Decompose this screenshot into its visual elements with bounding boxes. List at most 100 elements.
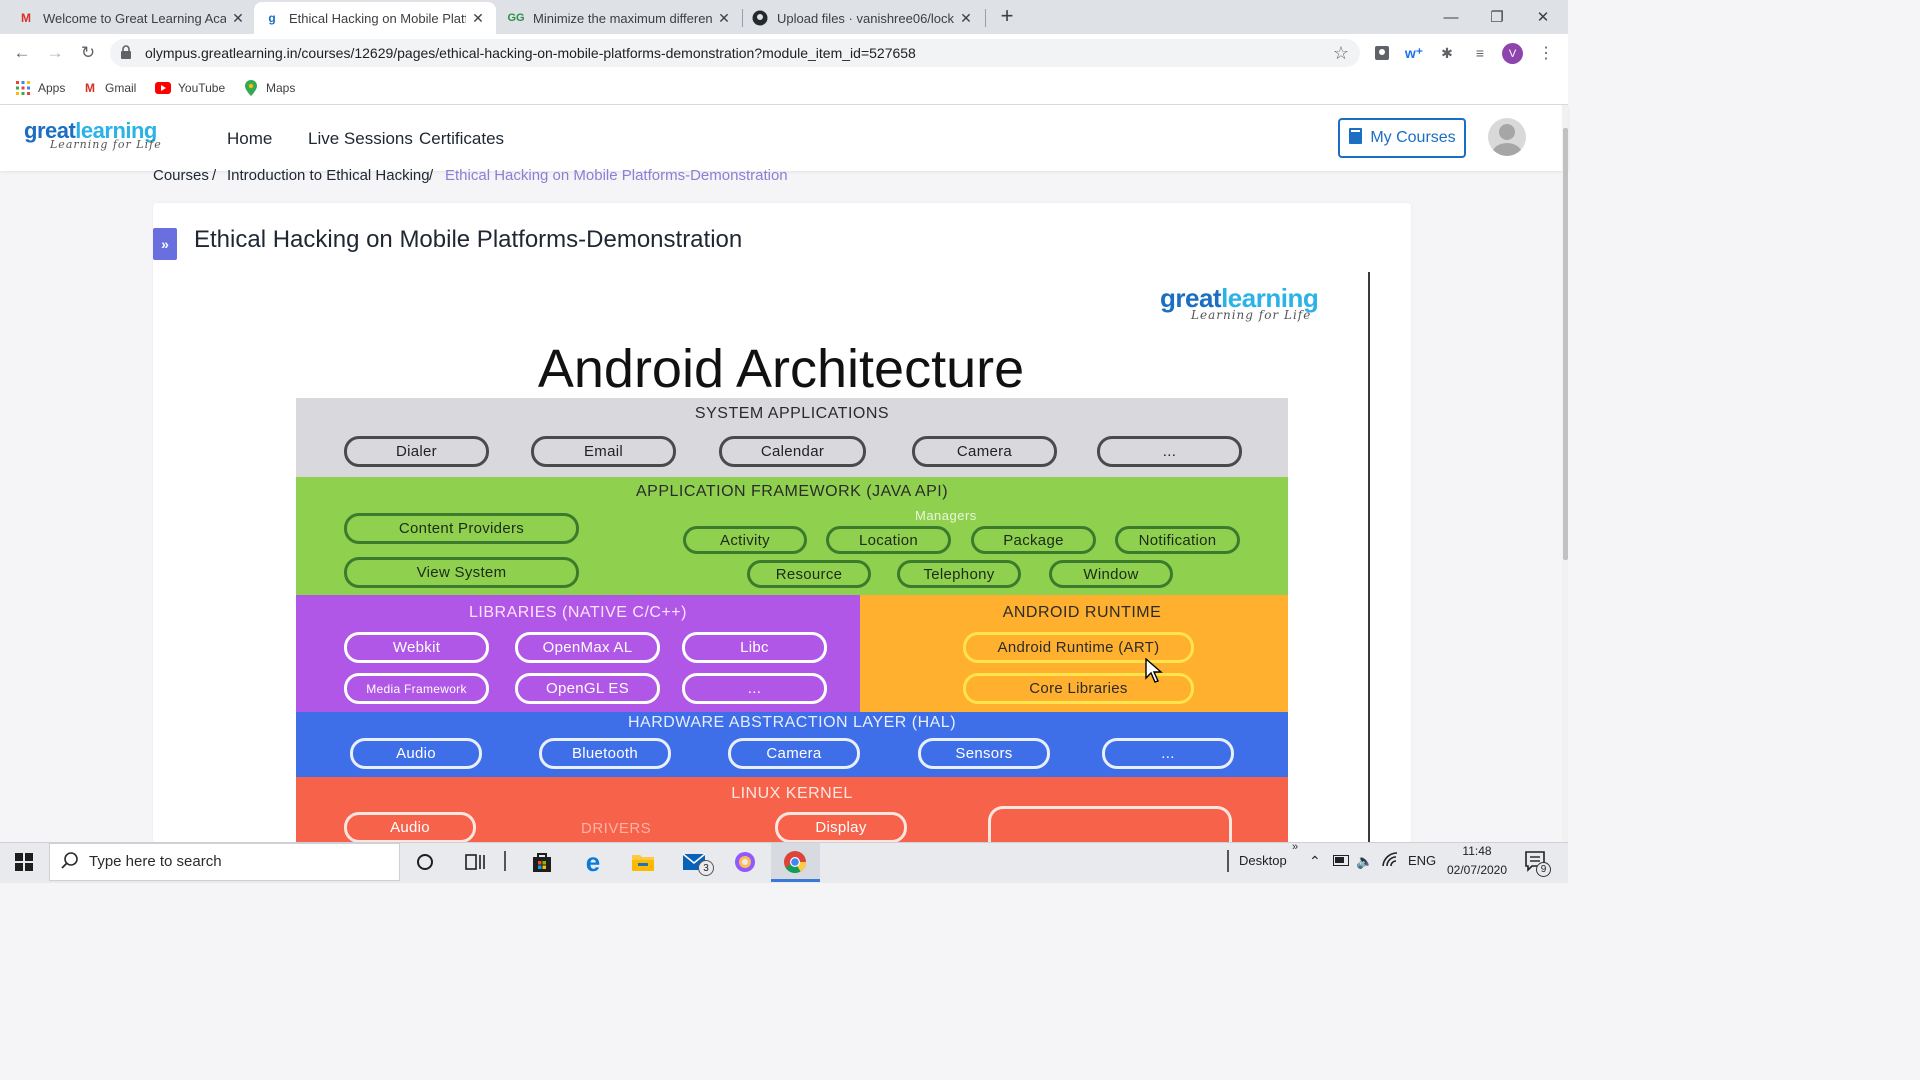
nav-live-sessions[interactable]: Live Sessions xyxy=(308,129,413,149)
greatlearning-icon: g xyxy=(268,11,276,25)
extension-w-icon[interactable]: w⁺ xyxy=(1404,43,1424,63)
bookmark-gmail[interactable]: M Gmail xyxy=(82,78,136,98)
expand-sidebar-button[interactable]: » xyxy=(153,228,177,260)
pill-view-system: View System xyxy=(344,557,579,588)
pill-hal-audio: Audio xyxy=(350,738,482,769)
clock-time[interactable]: 11:48 xyxy=(1440,844,1514,858)
pill-webkit: Webkit xyxy=(344,632,489,663)
minimize-icon[interactable]: — xyxy=(1428,0,1474,34)
bookmark-label: Apps xyxy=(38,81,66,95)
restore-icon[interactable]: ❐ xyxy=(1474,0,1520,34)
windows-start-icon[interactable] xyxy=(0,842,48,882)
desktop-toolbar-label[interactable]: Desktop xyxy=(1239,853,1287,868)
language-indicator[interactable]: ENG xyxy=(1408,853,1436,868)
pill-hal-bluetooth: Bluetooth xyxy=(539,738,671,769)
bookmark-star-icon[interactable]: ☆ xyxy=(1331,43,1351,63)
my-courses-button[interactable]: My Courses xyxy=(1338,118,1466,158)
bookmark-label: Maps xyxy=(266,81,296,95)
tab-ethical-hacking[interactable]: g Ethical Hacking on Mobile Platfo ✕ xyxy=(254,2,496,34)
tab-github[interactable]: Upload files · vanishree06/lockdo ✕ xyxy=(742,2,984,34)
back-icon[interactable]: ← xyxy=(8,40,36,66)
tab-title: Ethical Hacking on Mobile Platfo xyxy=(289,10,466,26)
pill-dialer: Dialer xyxy=(344,436,489,467)
close-icon[interactable]: ✕ xyxy=(230,10,246,27)
volume-icon[interactable]: 🔈 xyxy=(1356,853,1373,870)
search-icon xyxy=(60,851,80,871)
close-icon[interactable]: ✕ xyxy=(716,10,732,27)
bookmark-apps[interactable]: Apps xyxy=(15,78,65,98)
mouse-cursor-icon xyxy=(1145,657,1163,684)
pill-hal-sensors: Sensors xyxy=(918,738,1050,769)
reload-icon[interactable]: ↻ xyxy=(74,40,102,66)
pill-hal-camera: Camera xyxy=(728,738,860,769)
menu-kebab-icon[interactable]: ⋮ xyxy=(1536,43,1556,63)
show-hidden-icons-icon[interactable]: ⌃ xyxy=(1309,853,1321,870)
tab-gfg[interactable]: GG Minimize the maximum differenc ✕ xyxy=(498,2,742,34)
page-title: Ethical Hacking on Mobile Platforms-Demo… xyxy=(194,226,743,253)
bookmark-maps[interactable]: Maps xyxy=(243,78,295,98)
firefox-dev-icon[interactable] xyxy=(731,848,759,876)
extension-shield-icon[interactable] xyxy=(1372,43,1392,63)
gmail-icon: M xyxy=(85,81,95,95)
youtube-icon xyxy=(155,80,171,96)
gmail-icon: M xyxy=(21,11,31,25)
layer-label: ANDROID RUNTIME xyxy=(1002,604,1162,621)
taskbar-divider xyxy=(1227,850,1229,872)
slide-divider xyxy=(1368,272,1370,842)
wifi-icon[interactable] xyxy=(1382,852,1400,868)
battery-fill xyxy=(1335,857,1344,863)
pill-calendar: Calendar xyxy=(719,436,866,467)
layer-label: LIBRARIES (NATIVE C/C++) xyxy=(469,604,687,621)
breadcrumb-courses[interactable]: Courses xyxy=(153,167,209,184)
gfg-icon: GG xyxy=(507,12,525,24)
taskbar-active-indicator xyxy=(771,879,820,882)
extensions-puzzle-icon[interactable]: ✱ xyxy=(1437,43,1457,63)
taskbar-search-placeholder: Type here to search xyxy=(89,853,222,870)
file-explorer-icon[interactable] xyxy=(629,848,657,876)
new-tab-icon[interactable]: + xyxy=(996,5,1018,28)
battery-icon[interactable] xyxy=(1333,855,1349,866)
window-close-icon[interactable]: ✕ xyxy=(1520,0,1566,34)
my-courses-label: My Courses xyxy=(1370,129,1456,146)
pill-libc: Libc xyxy=(682,632,827,663)
user-avatar-icon[interactable] xyxy=(1488,118,1526,156)
bookmark-youtube[interactable]: YouTube xyxy=(155,78,225,98)
breadcrumb-separator: / xyxy=(212,167,217,184)
page-scrollbar-thumb[interactable] xyxy=(1563,128,1568,560)
breadcrumb-module[interactable]: Introduction to Ethical Hacking xyxy=(227,167,430,184)
pill-media-framework: Media Framework xyxy=(344,673,489,704)
pill-location: Location xyxy=(826,526,951,554)
nav-certificates[interactable]: Certificates xyxy=(419,129,504,149)
github-icon xyxy=(752,10,768,26)
pill-more: ... xyxy=(1097,436,1242,467)
lock-icon[interactable] xyxy=(120,45,134,61)
pill-window: Window xyxy=(1049,560,1173,588)
toolbar-expand-icon[interactable]: » xyxy=(1292,841,1298,853)
tab-gmail[interactable]: M Welcome to Great Learning Acad ✕ xyxy=(8,2,256,34)
maps-pin-icon xyxy=(243,80,259,96)
bookmark-label: Gmail xyxy=(105,81,137,95)
media-queue-icon[interactable]: ≡ xyxy=(1470,43,1490,63)
close-icon[interactable]: ✕ xyxy=(958,10,974,27)
task-view-icon[interactable] xyxy=(461,848,489,876)
nav-home[interactable]: Home xyxy=(227,129,272,149)
tab-title: Minimize the maximum differenc xyxy=(533,10,712,26)
layer-label: SYSTEM APPLICATIONS xyxy=(694,405,890,422)
book-icon xyxy=(1348,127,1364,150)
tab-title: Welcome to Great Learning Acad xyxy=(43,10,226,26)
pill-camera: Camera xyxy=(912,436,1057,467)
edge-icon[interactable]: e xyxy=(579,847,607,877)
pill-opengl-es: OpenGL ES xyxy=(515,673,660,704)
breadcrumb-current: Ethical Hacking on Mobile Platforms-Demo… xyxy=(445,167,788,184)
tab-title: Upload files · vanishree06/lockdo xyxy=(777,10,954,26)
cortana-icon[interactable] xyxy=(411,848,439,876)
chrome-icon[interactable] xyxy=(781,848,809,876)
store-icon[interactable] xyxy=(528,848,556,876)
profile-avatar[interactable]: V xyxy=(1502,43,1523,64)
clock-date[interactable]: 02/07/2020 xyxy=(1440,863,1514,877)
bookmark-label: YouTube xyxy=(178,81,226,95)
forward-icon[interactable]: → xyxy=(41,40,69,66)
close-icon[interactable]: ✕ xyxy=(470,10,486,27)
drivers-label: DRIVERS xyxy=(581,820,652,837)
pill-lib-more: ... xyxy=(682,673,827,704)
